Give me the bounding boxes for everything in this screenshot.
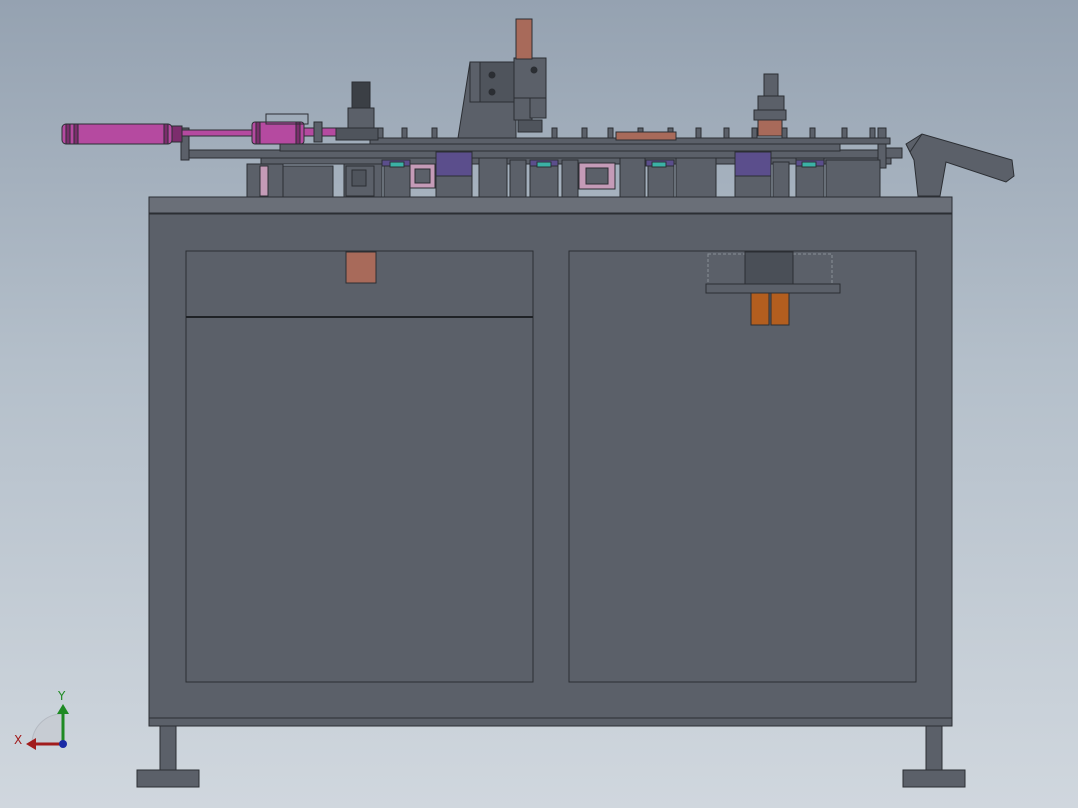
triad-arc <box>31 713 63 745</box>
cylinder-rod <box>181 129 253 137</box>
right-leg <box>925 725 943 773</box>
origin-dot-icon <box>59 740 67 748</box>
orange-connector-left <box>750 292 770 326</box>
left-foot-pad <box>136 769 200 788</box>
right-cabinet-door[interactable] <box>568 250 917 683</box>
triad-y-label: Y <box>57 689 66 703</box>
sensor-box <box>744 251 794 287</box>
left-actuator <box>335 81 379 197</box>
machine-assembly[interactable] <box>61 18 1015 788</box>
floor-feet <box>136 725 966 788</box>
press-head <box>513 57 547 103</box>
left-leg <box>159 725 177 773</box>
sensor-bracket <box>705 283 841 294</box>
discharge-chute[interactable] <box>905 133 1015 197</box>
copper-block <box>757 119 783 137</box>
table-top-plate <box>148 196 953 215</box>
purple-block-2 <box>734 151 772 177</box>
right-foot-pad <box>902 769 966 788</box>
orange-connector-right <box>770 292 790 326</box>
purple-block-1 <box>435 151 473 177</box>
coordinate-triad: Y X <box>14 689 69 750</box>
pneumatic-cylinder[interactable] <box>61 113 337 145</box>
triad-x-label: X <box>14 733 22 747</box>
press-station[interactable] <box>457 18 547 139</box>
cad-viewport[interactable]: Y X <box>0 0 1078 808</box>
copper-insert <box>515 18 533 60</box>
left-cabinet-door[interactable] <box>185 316 534 683</box>
drawer-handle[interactable] <box>345 251 377 284</box>
